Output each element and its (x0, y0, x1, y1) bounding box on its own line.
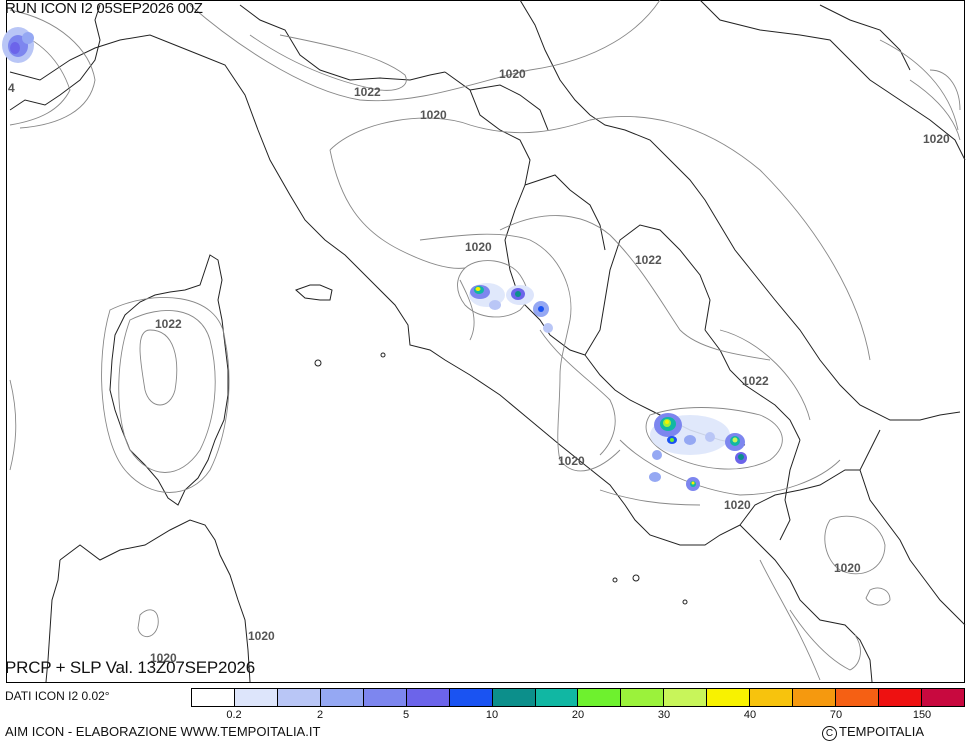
colorbar-cell (749, 688, 793, 707)
colorbar-cell (448, 688, 492, 707)
colorbar-tick-label: 40 (743, 709, 757, 721)
weather-map: 1020 1022 1020 1020 1022 1022 1022 1020 … (0, 0, 968, 686)
colorbar-cell (663, 688, 707, 707)
colorbar-cell (835, 688, 878, 707)
product-title: PRCP + SLP Val. 13Z07SEP2026 (5, 658, 256, 677)
run-title: RUN ICON I2 05SEP2026 00Z (5, 0, 203, 17)
colorbar-cell (276, 688, 320, 707)
colorbar-cell (534, 688, 578, 707)
colorbar-cell (920, 688, 965, 707)
colorbar-cell (620, 688, 664, 707)
colorbar-tick-label: 2 (316, 709, 324, 721)
isobar-label: 1020 (465, 240, 492, 254)
colorbar-tick-labels: 0.2 2 5 10 20 30 40 70 150 (191, 709, 965, 723)
isobar-label: 1020 (724, 498, 751, 512)
colorbar-cell (491, 688, 535, 707)
colorbar-cell (878, 688, 921, 707)
isobar-label: 1020 (558, 454, 585, 468)
data-source-label: DATI ICON I2 0.02° (5, 689, 110, 703)
isobar-label: 1020 (420, 108, 447, 122)
precipitation-colorbar (191, 688, 965, 707)
colorbar-cell (706, 688, 750, 707)
isobar-label: 1022 (155, 317, 182, 331)
colorbar-cell (233, 688, 277, 707)
colorbar-tick-label: 70 (829, 709, 843, 721)
isobar-label-partial: 4 (8, 81, 15, 95)
copyright-icon: C (822, 726, 837, 741)
copyright: C TEMPOITALIA (822, 724, 924, 741)
precip-cell-northwest (2, 27, 34, 63)
colorbar-cell (191, 688, 234, 707)
isobar-label: 1020 (834, 561, 861, 575)
isobar-label: 1022 (354, 85, 381, 99)
colorbar-cell (577, 688, 621, 707)
colorbar-cell (319, 688, 363, 707)
isobar-label: 1022 (635, 253, 662, 267)
colorbar-tick-label: 150 (912, 709, 932, 721)
credit-text: AIM ICON - ELABORAZIONE WWW.TEMPOITALIA.… (5, 724, 321, 739)
isobar-label: 1020 (923, 132, 950, 146)
isobar-label: 1022 (742, 374, 769, 388)
copyright-text: TEMPOITALIA (839, 724, 924, 739)
isobar-label: 1020 (499, 67, 526, 81)
colorbar-tick-label: 5 (402, 709, 410, 721)
colorbar-tick-label: 10 (485, 709, 499, 721)
colorbar-cell (405, 688, 449, 707)
colorbar-tick-label: 30 (657, 709, 671, 721)
colorbar-tick-label: 20 (571, 709, 585, 721)
colorbar-cell (362, 688, 406, 707)
colorbar-cell (792, 688, 836, 707)
isobar-label: 1020 (248, 629, 275, 643)
colorbar-tick-label: 0.2 (226, 709, 242, 721)
